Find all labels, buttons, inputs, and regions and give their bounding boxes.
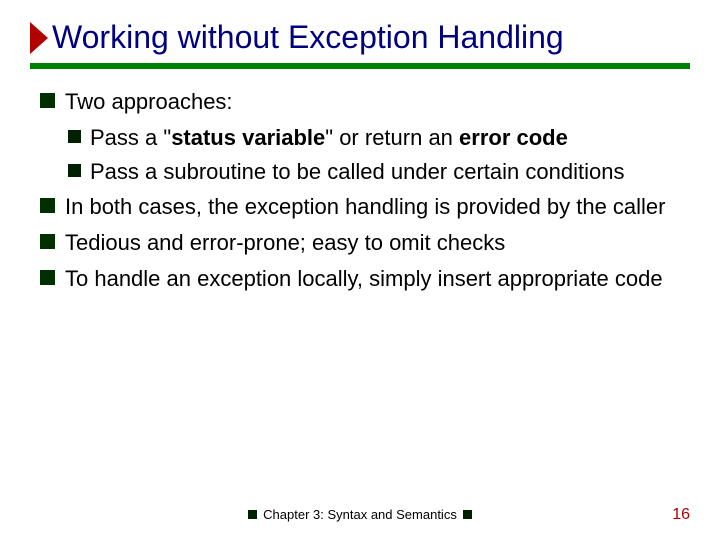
bullet-text: Two approaches: <box>65 87 682 117</box>
square-bullet-icon <box>40 270 55 285</box>
text-fragment: " or return an <box>325 125 459 150</box>
bullet-text: To handle an exception locally, simply i… <box>65 264 682 294</box>
bullet-text: Pass a subroutine to be called under cer… <box>90 157 682 187</box>
square-bullet-icon <box>40 93 55 108</box>
title-underline <box>30 63 690 69</box>
square-bullet-icon <box>40 198 55 213</box>
title-row: Working without Exception Handling <box>30 20 690 55</box>
bullet-item: Pass a "status variable" or return an er… <box>68 123 682 153</box>
square-bullet-icon <box>68 130 81 143</box>
footer-text: Chapter 3: Syntax and Semantics <box>263 507 457 522</box>
square-bullet-icon <box>40 234 55 249</box>
bullet-item: Pass a subroutine to be called under cer… <box>68 157 682 187</box>
bullet-item: Tedious and error-prone; easy to omit ch… <box>40 228 682 258</box>
bullet-text: Tedious and error-prone; easy to omit ch… <box>65 228 682 258</box>
bullet-text: In both cases, the exception handling is… <box>65 192 682 222</box>
footer: Chapter 3: Syntax and Semantics <box>0 507 720 522</box>
page-number: 16 <box>672 506 690 524</box>
arrow-icon <box>30 22 48 54</box>
bold-text: error code <box>459 125 568 150</box>
text-fragment: Pass a " <box>90 125 171 150</box>
bullet-item: Two approaches: <box>40 87 682 117</box>
slide: Working without Exception Handling Two a… <box>0 0 720 540</box>
square-bullet-icon <box>248 510 257 519</box>
bullet-item: To handle an exception locally, simply i… <box>40 264 682 294</box>
slide-content: Two approaches: Pass a "status variable"… <box>30 87 690 293</box>
bold-text: status variable <box>171 125 325 150</box>
square-bullet-icon <box>463 510 472 519</box>
square-bullet-icon <box>68 164 81 177</box>
bullet-item: In both cases, the exception handling is… <box>40 192 682 222</box>
slide-title: Working without Exception Handling <box>52 20 564 55</box>
bullet-text: Pass a "status variable" or return an er… <box>90 123 682 153</box>
